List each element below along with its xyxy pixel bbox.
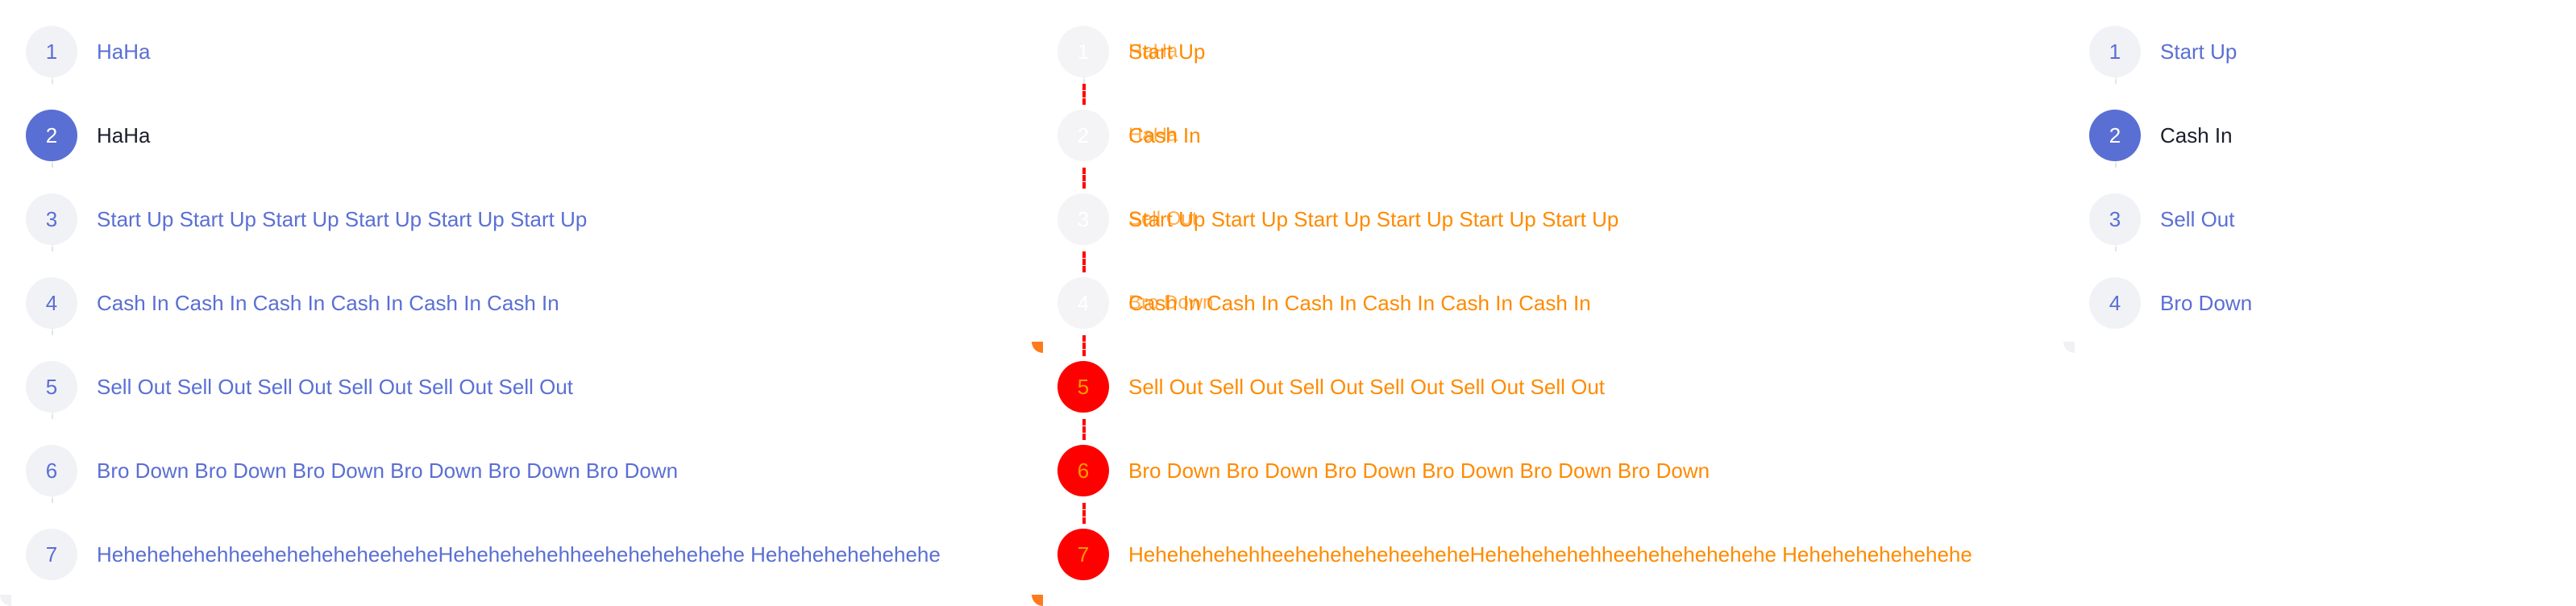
step-number: 4 (26, 277, 77, 329)
step-2[interactable]: 2 HaHa (0, 93, 1032, 177)
panel-corner (0, 595, 11, 606)
step-number: 4 (2089, 277, 2141, 329)
step-number: 1 (26, 26, 77, 77)
step-1[interactable]: 1 HaHa (0, 10, 1032, 93)
step-3[interactable]: 3 Sell Out (2063, 177, 2576, 261)
steps-panel-3: 1 Start Up 2 Cash In 3 Sell Out 4 Bro Do… (2063, 0, 2576, 606)
step-number: 7 (26, 529, 77, 580)
step-label: HehehehehehheeheheheheheeheheHeheheheheh… (1128, 542, 1972, 567)
step-4[interactable]: 4 Bro Down (2063, 261, 2576, 345)
step-7[interactable]: 7 HehehehehehheeheheheheheeheheHeheheheh… (1032, 513, 2063, 596)
step-label: Sell Out (2160, 206, 2235, 231)
step-label: HaHa (97, 39, 151, 64)
step-label: Cash In Cash In Cash In Cash In Cash In … (97, 290, 559, 315)
step-label: Cash In (2160, 122, 2233, 147)
step-label: Cash In (1128, 122, 1201, 147)
step-label: Bro Down Bro Down Bro Down Bro Down Bro … (97, 458, 679, 483)
panel-corner (1032, 595, 1043, 606)
step-number: 4 (1057, 277, 1109, 329)
step-label: Sell Out Sell Out Sell Out Sell Out Sell… (97, 374, 574, 399)
step-number: 3 (2089, 193, 2141, 245)
step-number: 1 (2089, 26, 2141, 77)
steps-panel-2: 1 Start Up HaHa 2 Cash In HaHa 3 Start U… (1032, 0, 2063, 606)
panel-corner (2063, 342, 2075, 353)
step-1[interactable]: 1 Start Up HaHa (1032, 10, 2063, 93)
step-label: Start Up Start Up Start Up Start Up Star… (97, 206, 588, 231)
steps-panel-1: 1 HaHa 2 HaHa 3 Start Up Start Up Start … (0, 0, 1032, 606)
step-label: Start Up (1128, 39, 1206, 64)
step-number: 3 (26, 193, 77, 245)
step-2[interactable]: 2 Cash In (2063, 93, 2576, 177)
step-label: Start Up (2160, 39, 2237, 64)
step-1[interactable]: 1 Start Up (2063, 10, 2576, 93)
step-number: 3 (1057, 193, 1109, 245)
step-label: Cash In Cash In Cash In Cash In Cash In … (1128, 290, 1591, 315)
step-4[interactable]: 4 Cash In Cash In Cash In Cash In Cash I… (1032, 261, 2063, 345)
step-number: 2 (1057, 110, 1109, 161)
step-7[interactable]: 7 HehehehehehheeheheheheheeheheHeheheheh… (0, 513, 1032, 596)
step-label: HehehehehehheeheheheheheeheheHeheheheheh… (97, 542, 941, 567)
step-label: Bro Down Bro Down Bro Down Bro Down Bro … (1128, 458, 1710, 483)
step-label: Sell Out Sell Out Sell Out Sell Out Sell… (1128, 374, 1606, 399)
step-label: HaHa (97, 122, 151, 147)
step-number: 5 (26, 361, 77, 413)
step-number: 1 (1057, 26, 1109, 77)
step-number: 7 (1057, 529, 1109, 580)
step-number: 6 (1057, 445, 1109, 496)
step-3[interactable]: 3 Start Up Start Up Start Up Start Up St… (1032, 177, 2063, 261)
step-5[interactable]: 5 Sell Out Sell Out Sell Out Sell Out Se… (0, 345, 1032, 429)
step-6[interactable]: 6 Bro Down Bro Down Bro Down Bro Down Br… (1032, 429, 2063, 513)
step-number: 2 (2089, 110, 2141, 161)
step-6[interactable]: 6 Bro Down Bro Down Bro Down Bro Down Br… (0, 429, 1032, 513)
step-3[interactable]: 3 Start Up Start Up Start Up Start Up St… (0, 177, 1032, 261)
step-2[interactable]: 2 Cash In HaHa (1032, 93, 2063, 177)
step-4[interactable]: 4 Cash In Cash In Cash In Cash In Cash I… (0, 261, 1032, 345)
step-5[interactable]: 5 Sell Out Sell Out Sell Out Sell Out Se… (1032, 345, 2063, 429)
step-label: Bro Down (2160, 290, 2253, 315)
step-number: 5 (1057, 361, 1109, 413)
step-number: 6 (26, 445, 77, 496)
step-number: 2 (26, 110, 77, 161)
step-label: Start Up Start Up Start Up Start Up Star… (1128, 206, 1619, 231)
